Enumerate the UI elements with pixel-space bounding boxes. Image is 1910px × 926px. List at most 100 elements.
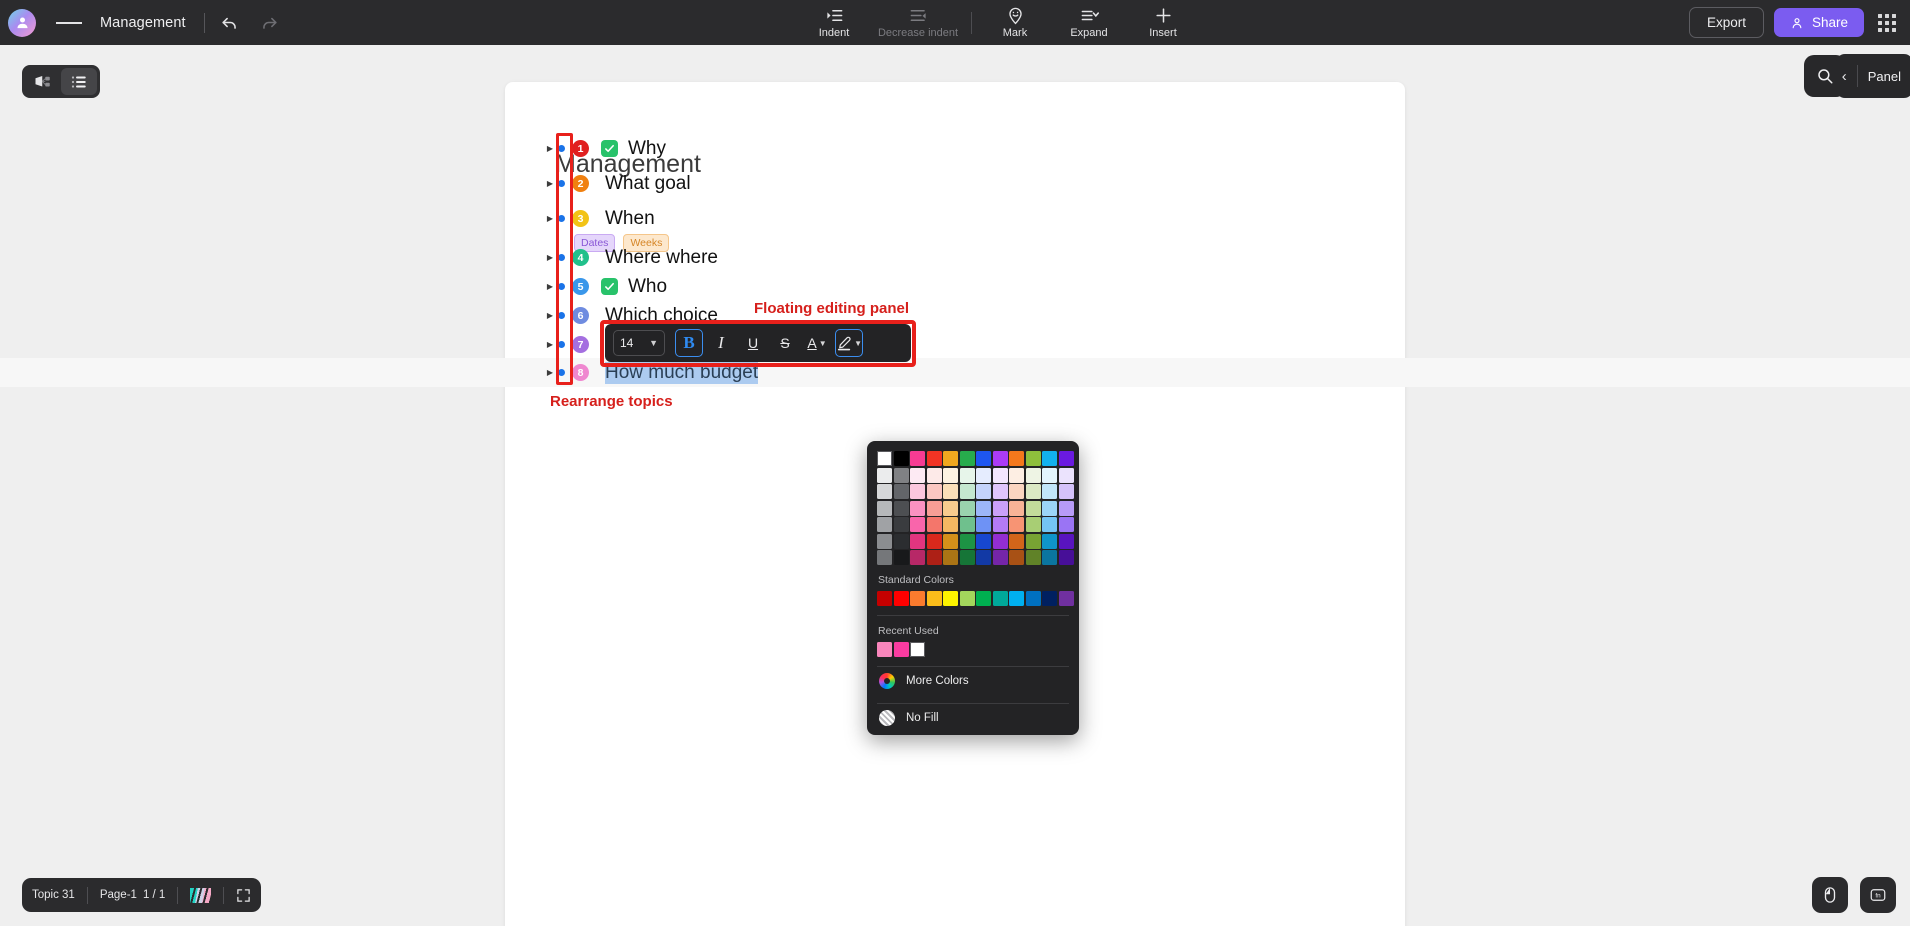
brand-logo-icon[interactable] [190, 887, 212, 903]
panel-tab[interactable]: ‹ Panel [1835, 54, 1910, 98]
color-swatch[interactable] [1042, 517, 1057, 532]
color-swatch[interactable] [1009, 451, 1024, 466]
color-swatch[interactable] [877, 467, 892, 483]
tool-expand[interactable]: Expand [1052, 0, 1126, 45]
color-swatch[interactable] [943, 517, 958, 532]
row-collapse-caret[interactable]: ▶ [545, 214, 555, 223]
color-swatch[interactable] [1009, 517, 1024, 532]
outline-row-8[interactable]: ▶ 8 How much budget [0, 358, 1910, 387]
color-swatch[interactable] [943, 533, 958, 549]
color-swatch[interactable] [910, 467, 925, 483]
outline-row-1[interactable]: ▶ 1 Why [0, 134, 1910, 163]
outline-row-3[interactable]: ▶ 3 When [0, 204, 1910, 233]
outline-row-5[interactable]: ▶ 5 Who [0, 272, 1910, 301]
document-title[interactable]: Management [100, 15, 186, 31]
color-swatch[interactable] [1009, 550, 1024, 565]
recent-color-swatch[interactable] [877, 642, 892, 657]
color-swatch[interactable] [992, 467, 1008, 483]
row-bullet-handle[interactable] [558, 254, 565, 261]
row-bullet-handle[interactable] [558, 180, 565, 187]
row-check-badge[interactable] [601, 278, 618, 295]
color-swatch[interactable] [910, 533, 925, 549]
color-swatch[interactable] [877, 550, 892, 565]
mouse-mode-button[interactable] [1812, 877, 1848, 913]
row-text[interactable]: Where where [605, 247, 718, 269]
tool-insert[interactable]: Insert [1126, 0, 1200, 45]
row-collapse-caret[interactable]: ▶ [545, 368, 555, 377]
color-swatch[interactable] [1009, 467, 1024, 483]
color-swatch[interactable] [959, 500, 975, 516]
color-swatch[interactable] [1025, 467, 1041, 483]
color-swatch[interactable] [976, 517, 991, 532]
color-swatch[interactable] [926, 533, 942, 549]
row-bullet-handle[interactable] [558, 341, 565, 348]
color-swatch[interactable] [877, 451, 892, 466]
color-swatch[interactable] [1025, 550, 1041, 565]
row-collapse-caret[interactable]: ▶ [545, 179, 555, 188]
view-toggle-outline[interactable] [61, 68, 97, 95]
row-bullet-handle[interactable] [558, 312, 565, 319]
color-swatch[interactable] [992, 550, 1008, 565]
standard-color-swatch[interactable] [893, 591, 909, 606]
color-swatch[interactable] [926, 500, 942, 516]
standard-color-swatch[interactable] [877, 591, 892, 606]
color-swatch[interactable] [893, 484, 909, 499]
page-label[interactable]: Page-1 [100, 889, 137, 901]
color-swatch[interactable] [893, 500, 909, 516]
standard-color-swatch[interactable] [1009, 591, 1024, 606]
color-swatch[interactable] [992, 517, 1008, 532]
color-swatch[interactable] [926, 467, 942, 483]
row-text[interactable]: What goal [605, 173, 691, 195]
standard-color-swatch[interactable] [910, 591, 925, 606]
color-swatch[interactable] [1025, 484, 1041, 499]
color-swatch[interactable] [1042, 550, 1057, 565]
fn-shortcuts-button[interactable]: fn [1860, 877, 1896, 913]
row-text[interactable]: When [605, 208, 655, 230]
export-button[interactable]: Export [1688, 7, 1764, 38]
more-colors-option[interactable]: More Colors [877, 667, 1069, 694]
color-swatch[interactable] [1058, 500, 1074, 516]
color-swatch[interactable] [992, 500, 1008, 516]
color-swatch[interactable] [959, 533, 975, 549]
redo-button[interactable] [255, 8, 285, 38]
row-bullet-handle[interactable] [558, 145, 565, 152]
color-swatch[interactable] [877, 500, 892, 516]
color-swatch[interactable] [992, 451, 1008, 466]
tool-mark[interactable]: Mark [978, 0, 1052, 45]
tool-indent[interactable]: Indent [797, 0, 871, 45]
color-swatch[interactable] [943, 484, 958, 499]
color-swatch[interactable] [1009, 533, 1024, 549]
app-grid-icon[interactable] [1878, 13, 1896, 32]
color-swatch[interactable] [943, 451, 958, 466]
color-swatch[interactable] [1042, 533, 1057, 549]
color-swatch[interactable] [1025, 533, 1041, 549]
color-swatch[interactable] [1058, 550, 1074, 565]
bold-button[interactable]: B [675, 329, 703, 357]
color-swatch[interactable] [893, 467, 909, 483]
standard-color-swatch[interactable] [943, 591, 958, 606]
color-swatch[interactable] [1058, 484, 1074, 499]
standard-color-swatch[interactable] [926, 591, 942, 606]
view-toggle-mindmap[interactable] [25, 68, 61, 95]
outline-row-2[interactable]: ▶ 2 What goal [0, 169, 1910, 198]
color-swatch[interactable] [893, 451, 909, 466]
color-swatch[interactable] [992, 484, 1008, 499]
color-swatch[interactable] [1025, 500, 1041, 516]
color-swatch[interactable] [910, 484, 925, 499]
color-swatch[interactable] [943, 500, 958, 516]
color-swatch[interactable] [976, 451, 991, 466]
outline-row-7[interactable]: ▶ 7 [0, 330, 1910, 359]
row-text[interactable]: Why [628, 138, 666, 160]
color-swatch[interactable] [976, 550, 991, 565]
color-swatch[interactable] [1042, 467, 1057, 483]
undo-button[interactable] [215, 8, 245, 38]
color-swatch[interactable] [943, 550, 958, 565]
standard-color-swatch[interactable] [992, 591, 1008, 606]
row-bullet-handle[interactable] [558, 369, 565, 376]
color-swatch[interactable] [992, 533, 1008, 549]
color-swatch[interactable] [926, 451, 942, 466]
color-swatch[interactable] [1009, 484, 1024, 499]
recent-color-swatch[interactable] [910, 642, 925, 657]
color-swatch[interactable] [1042, 500, 1057, 516]
color-swatch[interactable] [926, 484, 942, 499]
